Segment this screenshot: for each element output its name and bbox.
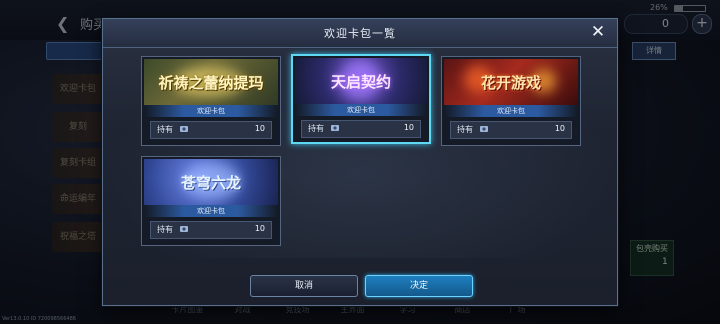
owned-label: 持有	[457, 125, 473, 134]
pack-subtitle: 欢迎卡包	[144, 205, 278, 217]
card-pack-icon	[480, 126, 488, 132]
card-pack-icon	[180, 126, 188, 132]
pack-art: 祈祷之蕾纳提玛	[144, 59, 278, 105]
pack-art: 天启契约	[295, 58, 427, 104]
pack-card-2[interactable]: 天启契约 欢迎卡包 持有 10	[291, 54, 431, 144]
pack-card-4[interactable]: 苍穹六龙 欢迎卡包 持有 10	[141, 156, 281, 246]
pack-subtitle: 欢迎卡包	[444, 105, 578, 117]
pack-name: 天启契约	[330, 72, 391, 91]
owned-count: 10	[554, 124, 565, 133]
card-pack-icon	[331, 125, 339, 131]
dialog-title: 欢迎卡包一覧	[324, 27, 396, 40]
pack-name: 苍穹六龙	[180, 173, 241, 192]
owned-count: 10	[254, 224, 265, 233]
owned-count: 10	[403, 123, 414, 132]
pack-art: 苍穹六龙	[144, 159, 278, 205]
close-icon[interactable]: ✕	[589, 23, 607, 41]
cancel-button[interactable]: 取消	[250, 275, 358, 297]
pack-owned-row: 持有 10	[450, 121, 572, 139]
pack-card-1[interactable]: 祈祷之蕾纳提玛 欢迎卡包 持有 10	[141, 56, 281, 146]
owned-count: 10	[254, 124, 265, 133]
pack-subtitle: 欢迎卡包	[144, 105, 278, 117]
pack-name: 花开游戏	[480, 73, 541, 92]
owned-label: 持有	[157, 225, 173, 234]
owned-label: 持有	[308, 124, 324, 133]
card-pack-icon	[180, 226, 188, 232]
welcome-pack-list-dialog: 欢迎卡包一覧 ✕ 祈祷之蕾纳提玛 欢迎卡包 持有 10 天启契约 欢迎卡包 持有…	[102, 18, 618, 306]
pack-subtitle: 欢迎卡包	[295, 104, 427, 116]
confirm-button[interactable]: 决定	[365, 275, 473, 297]
dialog-header: 欢迎卡包一覧 ✕	[103, 19, 617, 48]
pack-owned-row: 持有 10	[150, 221, 272, 239]
pack-owned-row: 持有 10	[150, 121, 272, 139]
pack-art: 花开游戏	[444, 59, 578, 105]
pack-card-3[interactable]: 花开游戏 欢迎卡包 持有 10	[441, 56, 581, 146]
pack-owned-row: 持有 10	[301, 120, 421, 138]
pack-name: 祈祷之蕾纳提玛	[158, 73, 264, 92]
owned-label: 持有	[157, 125, 173, 134]
